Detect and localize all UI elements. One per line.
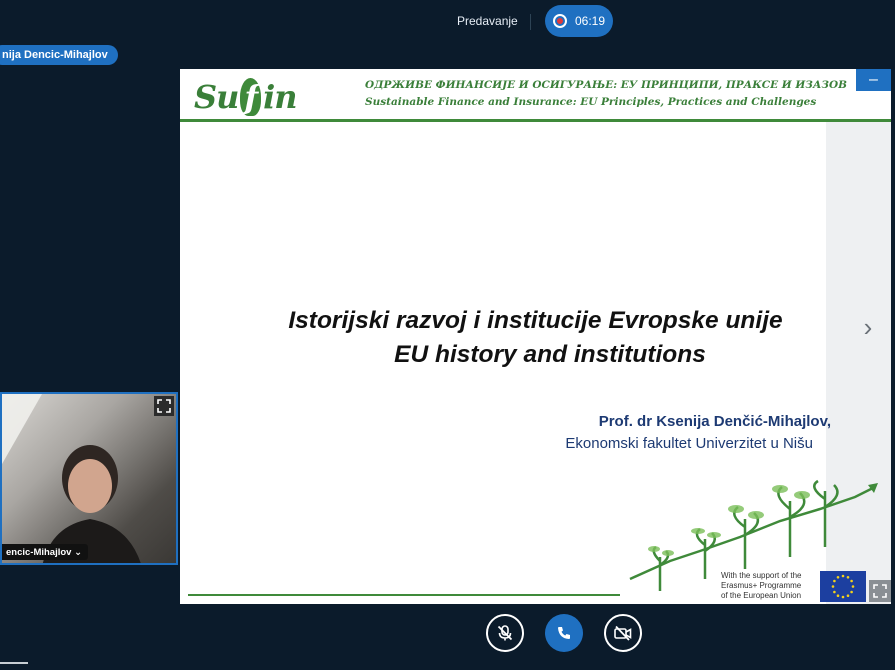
recording-indicator-button[interactable]: 06:19 xyxy=(545,5,613,37)
presentation-slide: Su f in ОДРЖИВЕ ФИНАНСИЈЕ И ОСИГУРАЊЕ: ЕУ … xyxy=(180,69,891,604)
slide-author: Prof. dr Ksenija Denčić-Mihajlov, xyxy=(598,413,831,430)
slide-title-serbian: Istorijski razvoj i institucije Evropske… xyxy=(288,307,783,334)
next-slide-button[interactable]: › xyxy=(848,307,888,347)
share-webcam-button[interactable] xyxy=(604,614,642,652)
recording-time: 06:19 xyxy=(575,14,606,28)
phone-icon xyxy=(558,627,570,639)
erasmus-line-2: Erasmus+ Programme xyxy=(721,581,802,590)
webcam-person-silhouette xyxy=(2,394,141,563)
header-english: Sustainable Finance and Insurance: EU Pr… xyxy=(365,96,817,108)
fullscreen-icon xyxy=(157,399,171,413)
camera-off-icon xyxy=(614,625,632,641)
logo-part-3: in xyxy=(263,78,297,116)
webcam-video[interactable]: encic-Mihajlov ⌄ xyxy=(0,392,178,565)
logo-part-2: f xyxy=(240,78,262,116)
leave-call-button[interactable] xyxy=(545,614,583,652)
erasmus-line-3: of the European Union xyxy=(721,591,802,600)
record-icon xyxy=(553,14,567,28)
header-divider xyxy=(180,119,891,122)
logo-part-1: Su xyxy=(194,78,239,116)
presenter-name-tag: nija Dencic-Mihajlov xyxy=(0,45,118,65)
top-bar-divider xyxy=(530,14,531,30)
slide-affiliation: Ekonomski fakultet Univerzitet u Nišu xyxy=(565,435,813,452)
webcam-name-label[interactable]: encic-Mihajlov ⌄ xyxy=(2,544,89,560)
eu-flag-icon xyxy=(820,571,866,602)
erasmus-line-1: With the support of the xyxy=(721,571,802,580)
lecture-title: Predavanje xyxy=(457,14,518,28)
erasmus-support-text: With the support of the Erasmus+ Program… xyxy=(721,571,802,601)
sufin-logo: Su f in xyxy=(194,75,314,119)
slide-title-english: EU history and institutions xyxy=(394,341,706,368)
chevron-right-icon: › xyxy=(863,311,873,342)
progress-line xyxy=(0,662,28,664)
header-serbian: ОДРЖИВЕ ФИНАНСИЈЕ И ОСИГУРАЊЕ: ЕУ ПРИНЦИ… xyxy=(365,79,847,91)
fullscreen-icon xyxy=(873,584,887,598)
fullscreen-slide-button[interactable] xyxy=(869,580,891,602)
mic-off-icon xyxy=(497,625,513,641)
top-bar: Predavanje 06:19 xyxy=(0,0,895,44)
minimize-presentation-button[interactable]: – xyxy=(856,69,891,91)
expand-webcam-button[interactable] xyxy=(154,396,174,416)
mute-microphone-button[interactable] xyxy=(486,614,524,652)
